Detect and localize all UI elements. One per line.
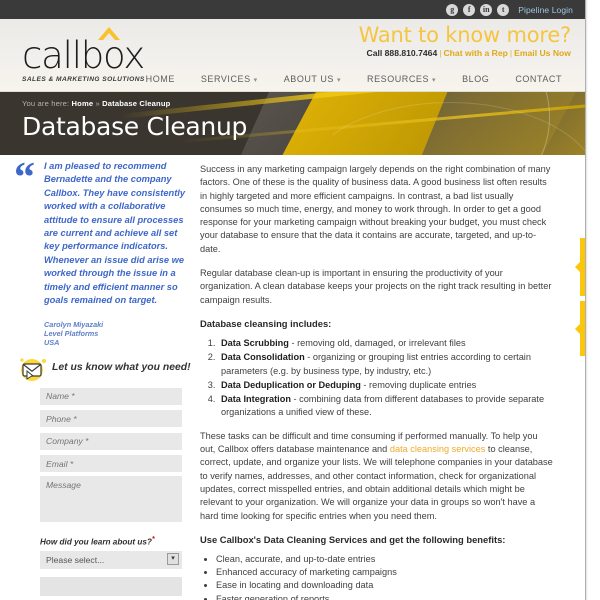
- call-number: Call 888.810.7464: [366, 48, 438, 58]
- list-item: Enhanced accuracy of marketing campaigns: [216, 566, 555, 579]
- list-item: Faster generation of reports: [216, 593, 555, 600]
- services-paragraph: These tasks can be difficult and time co…: [200, 430, 555, 523]
- main-content: Success in any marketing campaign largel…: [200, 163, 555, 600]
- list-item: Ease in locating and downloading data: [216, 579, 555, 592]
- breadcrumb-current: Database Cleanup: [102, 99, 171, 108]
- name-input[interactable]: [40, 387, 182, 405]
- author-country: USA: [44, 337, 60, 347]
- nav-item-about-us[interactable]: ABOUT US ▾: [271, 71, 354, 87]
- intro-paragraph: Success in any marketing campaign largel…: [200, 164, 551, 254]
- form-header: Let us know what you need!: [18, 358, 195, 386]
- social-links: g f in t: [446, 3, 510, 16]
- item-desc: - removing duplicate entries: [360, 379, 477, 390]
- list-item: Data Deduplication or Deduping - removin…: [218, 379, 555, 392]
- chevron-down-icon: ▾: [336, 77, 342, 84]
- required-marker: *: [151, 536, 155, 543]
- breadcrumb-separator: »: [95, 99, 100, 108]
- phone-input[interactable]: [40, 410, 182, 427]
- source-select-wrap: Please select... ▾: [40, 550, 182, 573]
- page-root: g f in t Pipeline Login callbox SALES & …: [0, 0, 600, 600]
- logo-tagline: SALES & MARKETING SOLUTIONS: [22, 76, 145, 83]
- nav-label-blog: BLOG: [462, 74, 490, 84]
- breadcrumb-prefix: You are here:: [22, 99, 70, 108]
- page-banner: You are here: Home » Database Cleanup Da…: [0, 92, 585, 155]
- chevron-up-icon: [98, 27, 120, 40]
- testimonial-author: Carolyn Miyazaki Level Platforms USA: [44, 321, 190, 347]
- nav-item-home[interactable]: HOME: [133, 71, 188, 87]
- list-item: Data Consolidation - organizing or group…: [218, 351, 555, 378]
- nav-item-contact[interactable]: CONTACT: [502, 71, 575, 87]
- contact-form: Let us know what you need! How did you l…: [0, 358, 195, 600]
- form-heading: Let us know what you need!: [52, 362, 191, 373]
- twitter-icon[interactable]: t: [497, 3, 510, 16]
- email-us-now-link[interactable]: Email Us Now: [514, 48, 571, 58]
- list-item: Clean, accurate, and up-to-date entries: [216, 553, 555, 566]
- sidebar: “ I am pleased to recommend Bernadette a…: [0, 155, 191, 596]
- data-cleansing-services-link[interactable]: data cleansing services: [390, 444, 486, 454]
- chevron-down-icon: ▾: [253, 77, 258, 84]
- testimonial-block: “ I am pleased to recommend Bernadette a…: [0, 155, 190, 347]
- source-select[interactable]: Please select...: [40, 550, 182, 569]
- regular-cleanup-paragraph: Regular database clean-up is important i…: [200, 268, 552, 305]
- page-title: Database Cleanup: [22, 112, 248, 141]
- main-navigation: HOME SERVICES ▾ ABOUT US ▾ RESOURCES ▾ BLOG…: [133, 71, 575, 87]
- cleansing-includes-list: Data Scrubbing - removing old, damaged, …: [218, 337, 555, 420]
- message-textarea[interactable]: [40, 476, 182, 522]
- pipeline-login-link[interactable]: Pipeline Login: [518, 5, 573, 15]
- cta-headline: Want to know more?: [358, 23, 572, 47]
- nav-label-services: SERVICES: [200, 74, 251, 84]
- list-item: Data Scrubbing - removing old, damaged, …: [218, 337, 555, 350]
- list-item: Data Integration - combining data from d…: [218, 393, 555, 420]
- item-term: Data Consolidation: [221, 352, 305, 363]
- author-company: Level Platforms: [44, 329, 99, 339]
- company-input[interactable]: [40, 432, 182, 450]
- quote-icon: “: [14, 155, 35, 201]
- top-utility-bar: g f in t Pipeline Login: [0, 0, 585, 19]
- services-text-b: to cleanse, correct, update, and organiz…: [200, 444, 553, 521]
- page-shadow: [585, 0, 588, 600]
- nav-label-about-us: ABOUT US: [283, 74, 334, 84]
- nav-label-resources: RESOURCES: [367, 74, 430, 84]
- chevron-down-icon: ▾: [432, 77, 437, 84]
- captcha-image: [40, 576, 182, 596]
- nav-item-resources[interactable]: RESOURCES ▾: [354, 71, 449, 87]
- cta-sep-1: |: [439, 48, 442, 58]
- form-fields: How did you learn about us?* Please sele…: [40, 386, 182, 600]
- email-input[interactable]: [40, 455, 182, 472]
- testimonial-text: I am pleased to recommend Bernadette and…: [44, 161, 186, 306]
- nav-item-services[interactable]: SERVICES ▾: [188, 71, 271, 87]
- google-plus-icon[interactable]: g: [446, 3, 459, 16]
- logo-wordmark: callbox: [22, 34, 145, 77]
- site-logo[interactable]: callbox SALES & MARKETING SOLUTIONS: [22, 27, 145, 83]
- nav-label-home: HOME: [145, 74, 175, 84]
- linkedin-icon[interactable]: in: [480, 3, 493, 16]
- cleansing-includes-heading: Database cleansing includes:: [200, 317, 332, 329]
- item-term: Data Scrubbing: [221, 337, 289, 348]
- item-term: Data Integration: [221, 394, 291, 405]
- breadcrumb-home-link[interactable]: Home: [72, 99, 94, 108]
- envelope-icon: [20, 358, 46, 381]
- nav-item-blog[interactable]: BLOG: [449, 71, 502, 87]
- nav-label-contact: CONTACT: [515, 74, 562, 84]
- facebook-icon[interactable]: f: [463, 3, 476, 16]
- site-header: callbox SALES & MARKETING SOLUTIONS Want…: [0, 19, 585, 92]
- breadcrumb: You are here: Home » Database Cleanup: [22, 99, 170, 108]
- header-cta: Want to know more? Call 888.810.7464 | Cha…: [358, 23, 572, 58]
- how-label-text: How did you learn about us?: [40, 537, 152, 547]
- item-desc: - removing old, damaged, or irrelevant f…: [288, 337, 466, 348]
- chat-with-rep-link[interactable]: Chat with a Rep: [443, 48, 507, 58]
- item-term: Data Deduplication or Deduping: [221, 379, 361, 390]
- how-did-you-learn-label: How did you learn about us?*: [40, 536, 182, 547]
- cta-sep-2: |: [509, 48, 513, 58]
- benefits-list: Clean, accurate, and up-to-date entries …: [216, 553, 555, 600]
- benefits-heading: Use Callbox's Data Cleaning Services and…: [200, 533, 506, 545]
- cta-contact-line: Call 888.810.7464 | Chat with a Rep | Email …: [359, 48, 572, 58]
